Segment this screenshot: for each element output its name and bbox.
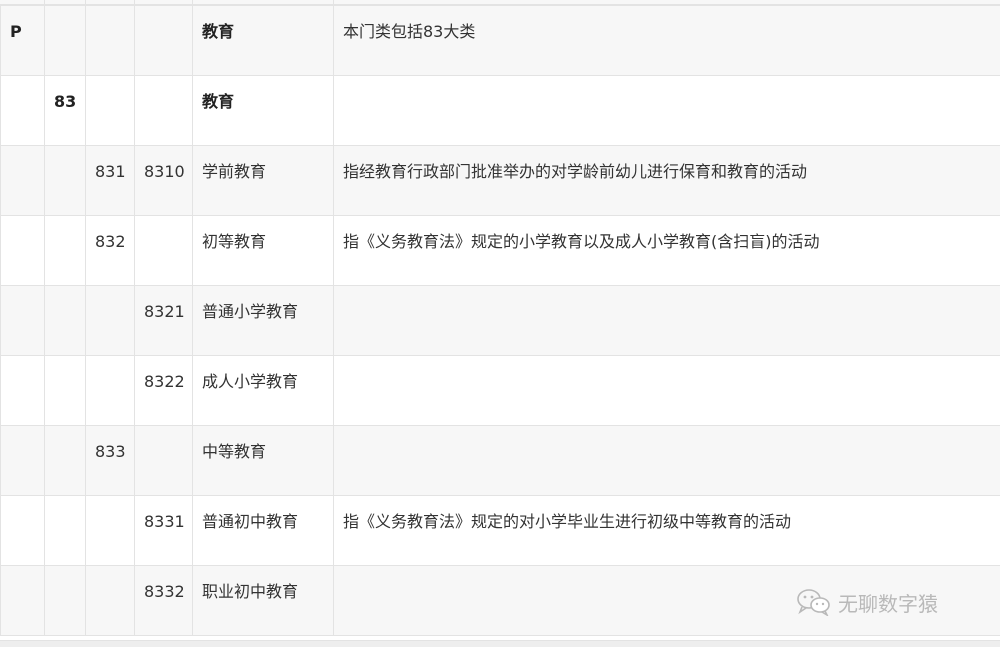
wechat-icon [797, 589, 830, 616]
section-cell: P [0, 5, 45, 76]
table-row: 8321 普通小学教育 [0, 285, 1000, 356]
category-name-cell: 中等教育 [192, 425, 334, 496]
description-cell [333, 285, 1000, 356]
bottom-table-edge [0, 640, 1000, 647]
page: P 教育 本门类包括83大类 83 教育 831 8310 学前教育 指经教育行政部门批准举办的… [0, 0, 1000, 647]
section-cell [0, 145, 45, 216]
table-body: P 教育 本门类包括83大类 83 教育 831 8310 学前教育 指经教育行政部门批准举办的… [0, 5, 1000, 636]
watermark: 无聊数字猿 [796, 586, 938, 618]
class-cell [134, 215, 193, 286]
division-cell [44, 495, 86, 566]
division-cell [44, 425, 86, 496]
table-row: 83 教育 [0, 75, 1000, 146]
class-cell: 8331 [134, 495, 193, 566]
class-cell [134, 5, 193, 76]
class-cell: 8322 [134, 355, 193, 426]
category-name-cell: 普通小学教育 [192, 285, 334, 356]
table-row: 831 8310 学前教育 指经教育行政部门批准举办的对学龄前幼儿进行保育和教育的活动 [0, 145, 1000, 216]
class-cell [134, 75, 193, 146]
division-cell [44, 285, 86, 356]
category-name-cell: 普通初中教育 [192, 495, 334, 566]
category-name-cell: 教育 [192, 5, 334, 76]
division-cell [44, 355, 86, 426]
description-cell: 指《义务教育法》规定的对小学毕业生进行初级中等教育的活动 [333, 495, 1000, 566]
category-name-cell: 初等教育 [192, 215, 334, 286]
table-row: 8331 普通初中教育 指《义务教育法》规定的对小学毕业生进行初级中等教育的活动 [0, 495, 1000, 566]
group-cell [85, 285, 135, 356]
category-name-cell: 学前教育 [192, 145, 334, 216]
class-cell: 8310 [134, 145, 193, 216]
division-cell [44, 565, 86, 636]
table-row: 8322 成人小学教育 [0, 355, 1000, 426]
category-name-cell: 教育 [192, 75, 334, 146]
section-cell [0, 285, 45, 356]
description-cell: 本门类包括83大类 [333, 5, 1000, 76]
description-cell: 指《义务教育法》规定的小学教育以及成人小学教育(含扫盲)的活动 [333, 215, 1000, 286]
section-cell [0, 565, 45, 636]
category-name-cell: 成人小学教育 [192, 355, 334, 426]
group-cell: 832 [85, 215, 135, 286]
group-cell [85, 495, 135, 566]
group-cell: 833 [85, 425, 135, 496]
group-cell [85, 565, 135, 636]
description-cell [333, 425, 1000, 496]
section-cell [0, 355, 45, 426]
watermark-text: 无聊数字猿 [838, 591, 938, 616]
group-cell [85, 5, 135, 76]
description-cell [333, 75, 1000, 146]
description-cell [333, 355, 1000, 426]
division-cell [44, 145, 86, 216]
section-cell [0, 75, 45, 146]
division-cell [44, 215, 86, 286]
class-cell [134, 425, 193, 496]
category-name-cell: 职业初中教育 [192, 565, 334, 636]
division-cell: 83 [44, 75, 86, 146]
section-cell [0, 495, 45, 566]
section-cell [0, 425, 45, 496]
class-cell: 8332 [134, 565, 193, 636]
class-cell: 8321 [134, 285, 193, 356]
table-row: P 教育 本门类包括83大类 [0, 5, 1000, 76]
section-cell [0, 215, 45, 286]
industry-code-table: P 教育 本门类包括83大类 83 教育 831 8310 学前教育 指经教育行政部门批准举办的… [0, 5, 1000, 636]
table-row: 833 中等教育 [0, 425, 1000, 496]
group-cell: 831 [85, 145, 135, 216]
group-cell [85, 355, 135, 426]
table-row: 832 初等教育 指《义务教育法》规定的小学教育以及成人小学教育(含扫盲)的活动 [0, 215, 1000, 286]
description-cell: 指经教育行政部门批准举办的对学龄前幼儿进行保育和教育的活动 [333, 145, 1000, 216]
division-cell [44, 5, 86, 76]
group-cell [85, 75, 135, 146]
